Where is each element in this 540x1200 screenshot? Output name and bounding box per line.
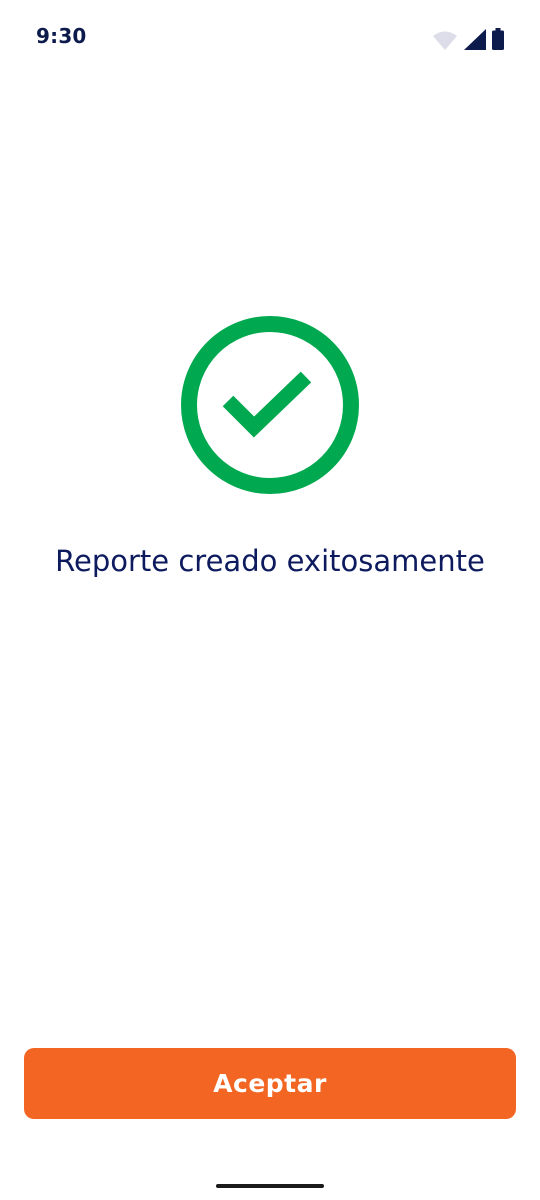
accept-button[interactable]: Aceptar — [24, 1048, 516, 1119]
signal-icon — [464, 29, 486, 50]
success-message: Reporte creado exitosamente — [55, 544, 485, 578]
status-bar: 9:30 — [0, 0, 540, 72]
battery-icon — [492, 28, 504, 50]
status-icons — [432, 26, 504, 50]
status-time: 9:30 — [36, 24, 87, 48]
success-screen: 9:30 Reporte creado exitosamente Aceptar — [0, 0, 540, 1200]
home-indicator[interactable] — [216, 1184, 324, 1188]
wifi-icon — [432, 30, 458, 50]
check-circle-icon — [180, 315, 360, 495]
